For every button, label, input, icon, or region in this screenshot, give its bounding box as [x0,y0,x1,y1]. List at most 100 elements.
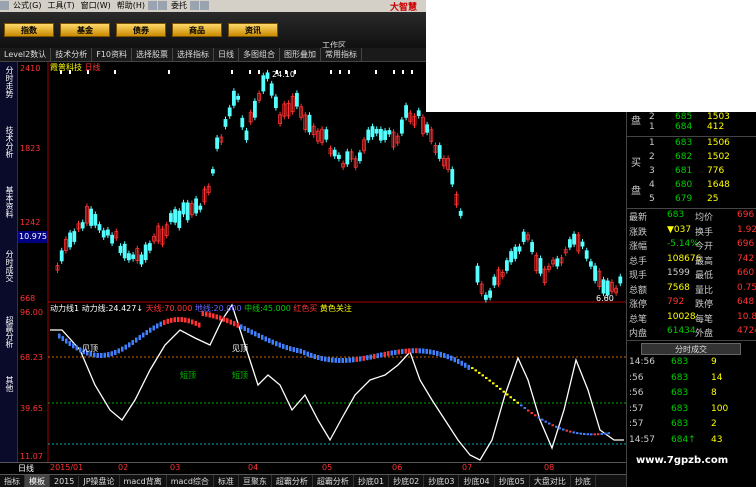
order-row: 1 684 412 [627,122,756,136]
quote-label: 涨停 [629,300,648,310]
quote-row: 总额 7568 量比 0.75 [627,283,756,297]
quote-label: 跌停 [695,300,714,310]
signal-tag: 短顶 [180,371,196,380]
tab-item[interactable]: macd背离 [120,475,167,487]
quote-row: 涨幅 -5.14% 今开 696 [627,239,756,253]
order-level: 2 [649,152,655,162]
tick-price: 683 [671,419,689,429]
tab-item[interactable]: 抄底05 [495,475,530,487]
order-price: 684 [675,122,693,132]
order-level: 2 [649,112,655,122]
tab-item[interactable]: 抄底04 [459,475,495,487]
legend-label: 天线: [145,304,165,313]
signal-tag: 见顶 [232,344,248,353]
tab-item[interactable]: 抄底01 [354,475,390,487]
quote-value: 696 [737,210,755,220]
tick-price: 683 [671,372,689,383]
tab-item[interactable]: macd综合 [167,475,214,487]
quote-label: 量比 [695,285,714,296]
quote-value: 61434 [667,326,696,336]
tab-item[interactable]: 2015 [50,476,80,487]
tab-item[interactable]: 超霸分析 [313,475,354,487]
tab-item[interactable]: JP操盘论 [79,475,120,487]
order-price: 683 [675,138,693,148]
tick-row: :56 683 8 [627,388,756,402]
order-volume: 776 [707,166,725,176]
period-label: 日线 [84,63,101,72]
indicator-axis-label: 39.65 [20,404,43,413]
tab-item[interactable]: 标准 [214,475,239,487]
quote-row: 总手 108676 最高 742 [627,254,756,268]
quote-value: 10028 [667,311,696,322]
date-label: 05 [322,463,333,472]
quote-label: 总手 [629,256,648,267]
order-volume: 25 [707,194,719,204]
tab-item[interactable]: 抄底02 [389,475,425,487]
quote-value: 7568 [667,282,690,293]
tick-row: :56 683 14 [627,373,756,387]
tab-item[interactable]: 大盘对比 [530,475,571,487]
high-price-label: 24.10 [272,70,295,79]
order-row: 3 681 776 [627,166,756,180]
quote-label: 总额 [629,285,648,296]
date-label: 2015/01 [50,463,84,472]
quote-label: 换手 [695,227,714,238]
candlestick-series [55,69,623,303]
date-label: 02 [118,463,129,472]
quote-label: 内盘 [629,329,648,339]
quote-label: 每笔 [695,314,714,325]
quote-row: 涨停 792 跌停 648 [627,297,756,311]
quote-label: 最新 [629,213,648,223]
legend-label: 地线: [194,304,214,313]
indicator-tabbar: 指标 模板 2015 JP操盘论 macd背离 macd综合 标准 亘聚东 超霸分析 超霸分析 抄底… [0,474,626,487]
order-row: 4 680 1648 [627,180,756,194]
quote-panel: 盘 2 685 1503 1 684 412 买盘 1 683 1506 2 682 1502 … [626,112,756,487]
date-label: 06 [392,463,403,472]
legend-label: 黄色关注 [319,304,352,313]
tab-item[interactable]: 抄底03 [424,475,460,487]
indicator-title: 动力线1 [50,304,80,313]
quote-value: 0.75 [737,282,756,293]
date-label: 04 [248,463,259,472]
order-volume: 1503 [707,112,730,122]
quote-row: 内盘 61434外盘 47242 [627,326,756,340]
stock-name: 霞普科技 [50,63,82,72]
date-axis: 日线 2015/01 02 03 04 05 06 07 08 [0,462,626,473]
signal-tag: 见顶 [82,344,98,353]
quote-value: 47242 [737,326,756,336]
order-volume: 1648 [707,180,730,190]
tick-volume: 100 [711,403,729,414]
legend-label: 中线: [244,304,263,313]
order-row: 1 683 1506 [627,138,756,152]
order-volume: 1502 [707,152,730,162]
tab-template[interactable]: 模板 [25,475,50,487]
tick-price: 683 [671,403,689,414]
quote-value: 696 [737,239,755,249]
order-row: 2 682 1502 [627,152,756,166]
tick-time: 14:56 [629,357,655,367]
order-level: 4 [649,180,655,190]
tick-row: 14:56 683 9 [627,357,756,371]
tab-indicator[interactable]: 指标 [0,475,25,487]
tick-time: :57 [629,403,644,414]
tick-volume: 43 [711,434,723,445]
stock-title: 霞普科技 日线 [50,62,101,73]
tab-item[interactable]: 超霸分析 [272,475,313,487]
tab-item[interactable]: 抄底 [571,475,596,487]
tab-item[interactable]: 亘聚东 [239,475,272,487]
divider [627,208,756,209]
tick-volume: 2 [711,419,717,429]
quote-label: 均价 [695,213,714,223]
date-period[interactable]: 日线 [18,463,34,474]
date-label: 07 [462,463,473,472]
fenshi-button[interactable]: 分时成交 [641,343,741,355]
quote-row: 最新 683 均价 696 [627,210,756,224]
order-price: 679 [675,194,693,204]
legend-value: 45.000 [262,304,291,313]
tick-time: 14:57 [629,434,655,445]
order-level: 3 [649,166,655,176]
quote-label: 总笔 [629,314,648,325]
divider [627,340,756,341]
order-price: 682 [675,152,693,162]
signal-tag: 短顶 [232,371,248,380]
